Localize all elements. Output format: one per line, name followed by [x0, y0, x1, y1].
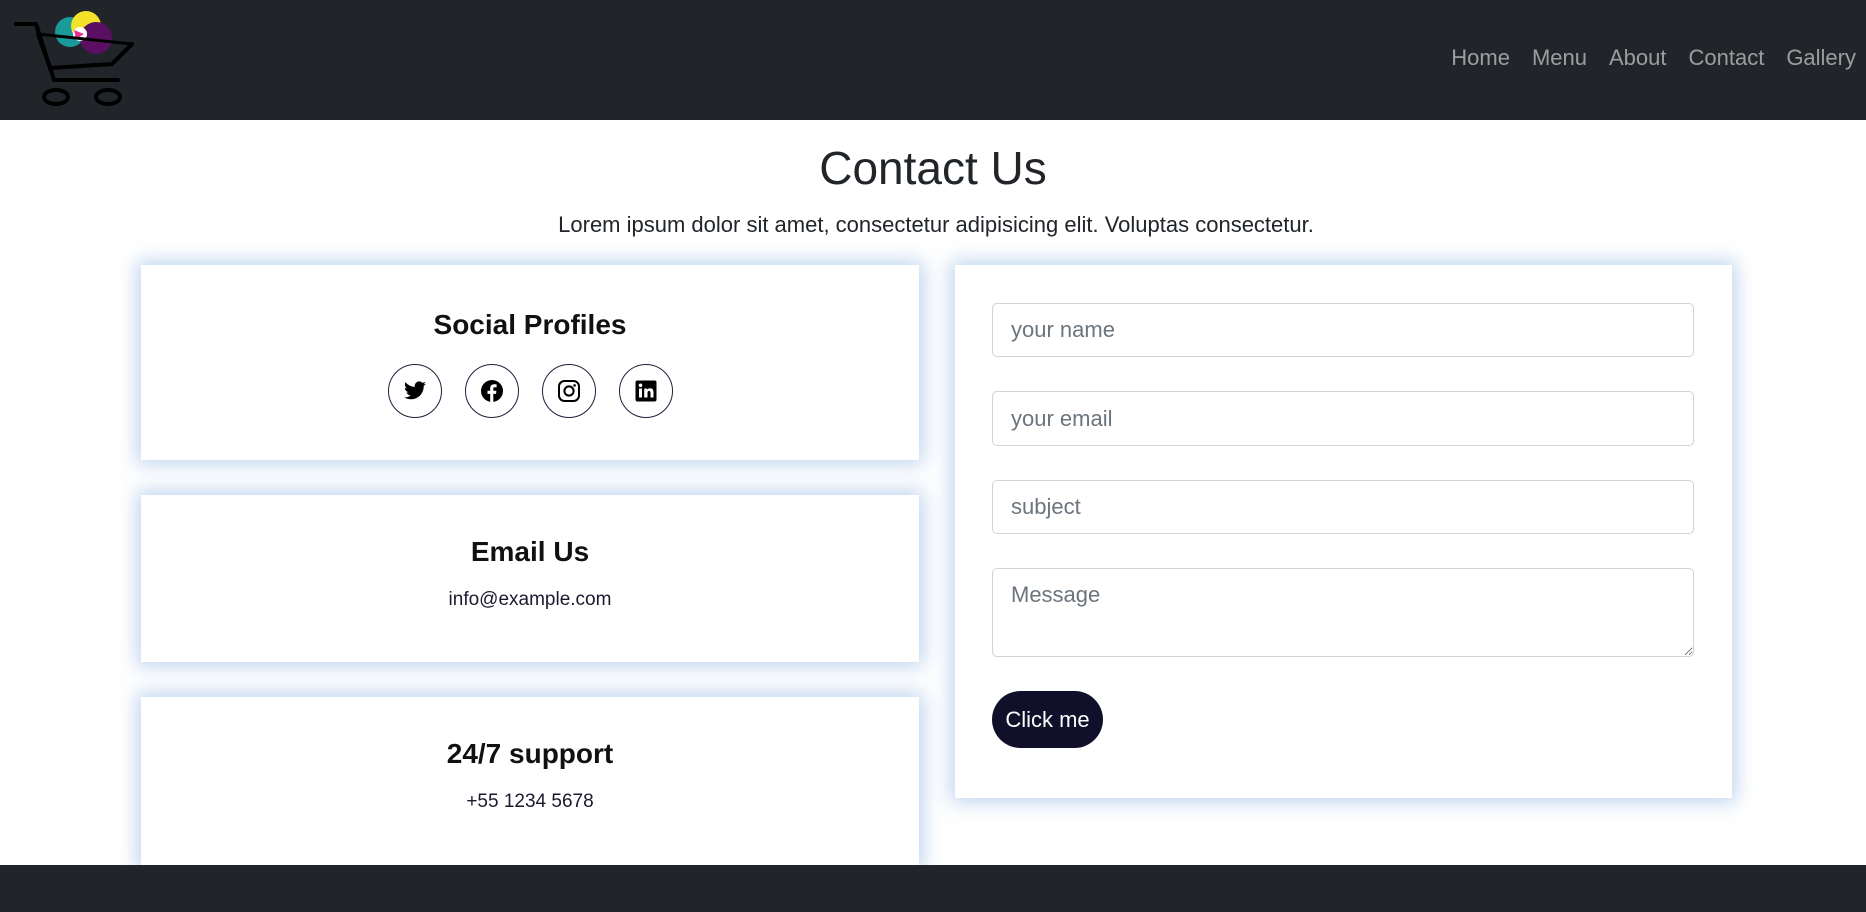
nav-link-about[interactable]: About — [1598, 43, 1678, 73]
contact-form-card: Click me — [955, 265, 1732, 798]
social-profiles-card: Social Profiles — [141, 265, 919, 460]
nav-link-menu[interactable]: Menu — [1521, 43, 1598, 73]
twitter-button[interactable] — [387, 364, 442, 418]
linkedin-button[interactable] — [618, 364, 673, 418]
support-heading: 24/7 support — [446, 738, 614, 769]
subject-input[interactable] — [992, 480, 1694, 534]
email-address[interactable]: info@example.com — [141, 587, 919, 613]
social-profiles-heading: Social Profiles — [433, 309, 627, 340]
facebook-button[interactable] — [464, 364, 519, 418]
footer — [0, 865, 1866, 912]
instagram-button[interactable] — [541, 364, 596, 418]
instagram-icon — [557, 380, 580, 402]
twitter-icon — [403, 381, 426, 400]
message-textarea[interactable] — [992, 568, 1694, 657]
linkedin-icon — [635, 380, 656, 402]
name-input[interactable] — [992, 303, 1694, 357]
email-us-card: Email Us info@example.com — [141, 495, 919, 662]
support-card: 24/7 support +55 1234 5678 — [141, 697, 919, 867]
page-subtitle: Lorem ipsum dolor sit amet, consectetur … — [558, 212, 1314, 237]
support-phone[interactable]: +55 1234 5678 — [141, 789, 919, 815]
email-us-heading: Email Us — [470, 536, 590, 567]
facebook-icon — [480, 380, 503, 402]
nav-link-gallery[interactable]: Gallery — [1775, 43, 1856, 73]
social-icons-row — [141, 364, 919, 418]
nav-links: Home Menu About Contact Gallery — [1440, 43, 1856, 73]
email-input[interactable] — [992, 391, 1694, 446]
submit-button[interactable]: Click me — [992, 691, 1103, 748]
nav-link-home[interactable]: Home — [1440, 43, 1521, 73]
navbar: Home Menu About Contact Gallery — [0, 0, 1866, 120]
page-title: Contact Us — [819, 142, 1047, 194]
nav-link-contact[interactable]: Contact — [1677, 43, 1775, 73]
shopping-cart-logo[interactable] — [14, 8, 138, 108]
